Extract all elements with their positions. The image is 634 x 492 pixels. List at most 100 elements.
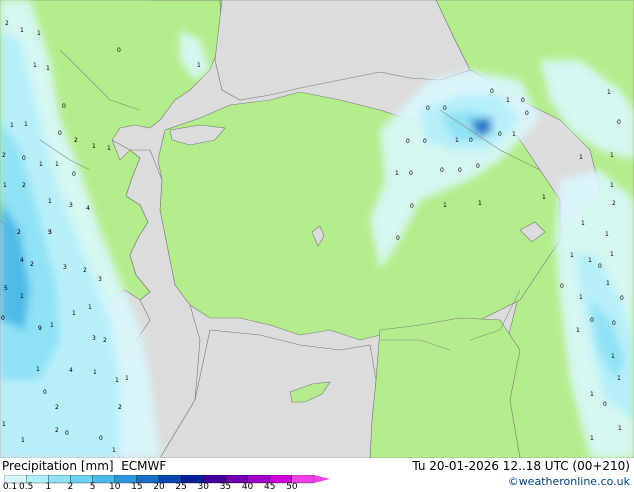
precip-value-label: 0 <box>409 170 413 177</box>
precip-value-label: 2 <box>22 182 26 189</box>
precip-value-label: 1 <box>50 322 54 329</box>
precip-value-label: 1 <box>610 152 614 159</box>
legend-tick-label: 40 <box>241 482 254 492</box>
precip-value-label: 1 <box>125 375 129 382</box>
precip-value-label: 0 <box>443 105 447 112</box>
legend-tick-label: 30 <box>197 482 210 492</box>
precip-value-label: 0 <box>72 171 76 178</box>
precip-value-label: 2 <box>55 427 59 434</box>
precip-value-label: 1 <box>542 194 546 201</box>
precip-value-label: 1 <box>607 89 611 96</box>
precip-value-label: 0 <box>117 47 121 54</box>
precip-value-label: 1 <box>617 375 621 382</box>
precip-value-label: 0 <box>426 105 430 112</box>
precip-value-label: 1 <box>579 154 583 161</box>
map-canvas: 21 101 121 1011 102 01 101 213 4324253 2351901113… <box>0 0 634 458</box>
precip-value-label: 1 <box>581 220 585 227</box>
precip-value-label: 1 <box>606 280 610 287</box>
precip-value-label: 1 <box>590 435 594 442</box>
precip-value-label: 1 <box>107 145 111 152</box>
land-levant <box>369 317 521 458</box>
precip-value-label: 1 <box>55 161 59 168</box>
precip-value-label: 2 <box>612 200 616 207</box>
legend-tick-label: 5 <box>89 482 96 492</box>
precip-value-label: 2 <box>55 404 59 411</box>
legend-colorbar <box>4 475 330 484</box>
credit-link[interactable]: ©weatheronline.co.uk <box>508 475 630 488</box>
legend-tick-label: 20 <box>153 482 165 492</box>
precip-value-label: 0 <box>58 130 62 137</box>
precip-value-label: 1 <box>478 200 482 207</box>
precip-value-label: 0 <box>560 283 564 290</box>
precip-value-label: 1 <box>20 293 24 300</box>
precip-value-label: 0 <box>617 119 621 126</box>
precip-value-label: 0 <box>440 167 444 174</box>
precipitation-map[interactable]: 2110112110111020110121343242532351901113… <box>0 0 634 458</box>
legend-tick-label: 50 <box>286 482 298 492</box>
precip-value-label: 0 <box>598 263 602 270</box>
legend-tick-label: 35 <box>219 482 232 492</box>
precip-value-label: 3 <box>98 276 102 283</box>
precip-value-label: 1 <box>92 143 96 150</box>
precip-value-label: 1 <box>197 62 201 69</box>
legend-tick-label: 10 <box>108 482 121 492</box>
legend-tick-label: 15 <box>131 482 143 492</box>
precip-value-label: 1 <box>33 62 37 69</box>
precip-value-label: 1 <box>39 161 43 168</box>
precip-value-label: 1 <box>21 437 25 444</box>
precip-value-label: 3 <box>92 335 96 342</box>
precip-value-label: 1 <box>443 202 447 209</box>
precip-value-label: 0 <box>99 435 103 442</box>
precip-value-label: 1 <box>72 310 76 317</box>
valid-time: Tu 20-01-2026 12..18 UTC (00+210) <box>412 459 630 473</box>
precip-value-label: 1 <box>112 447 116 454</box>
precip-value-label: 2 <box>103 337 107 344</box>
precip-value-label: 0 <box>423 138 427 145</box>
precip-value-label: 1 <box>88 304 92 311</box>
precip-value-label: 1 <box>588 257 592 264</box>
precip-value-label: 2 <box>30 261 34 268</box>
precip-value-label: 1 <box>618 425 622 432</box>
precip-value-label: 2 <box>74 137 78 144</box>
precip-value-label: 1 <box>579 294 583 301</box>
precip-value-label: 1 <box>506 97 510 104</box>
precip-value-label: 0 <box>490 88 494 95</box>
precip-value-label: 0 <box>603 401 607 408</box>
precip-value-label: 4 <box>20 257 24 264</box>
precip-value-label: 1 <box>605 231 609 238</box>
precip-value-label: 2 <box>5 20 9 27</box>
precip-value-label: 1 <box>93 369 97 376</box>
legend-tick-label: 25 <box>175 482 187 492</box>
precip-value-label: 5 <box>4 285 8 292</box>
precip-value-label: 0 <box>410 203 414 210</box>
precip-value-label: 1 <box>610 182 614 189</box>
precip-value-label: 1 <box>115 377 119 384</box>
precip-value-label: 0 <box>396 235 400 242</box>
precip-value-label: 1 <box>576 327 580 334</box>
precip-value-label: 1 <box>48 198 52 205</box>
precip-value-label: 1 <box>10 122 14 129</box>
legend-tick-label: 2 <box>67 482 74 492</box>
precip-value-label: 0 <box>590 317 594 324</box>
precip-value-label: 0 <box>620 295 624 302</box>
legend-tick-label: 0.1 <box>2 482 18 492</box>
precip-value-label: 5 <box>48 229 52 236</box>
precip-value-label: 0 <box>525 110 529 117</box>
precip-value-label: 1 <box>395 170 399 177</box>
precip-value-label: 0 <box>1 315 5 322</box>
precip-value-label: 0 <box>65 430 69 437</box>
precip-value-label: 1 <box>570 252 574 259</box>
precip-value-label: 0 <box>22 155 26 162</box>
legend-arrow <box>314 475 330 483</box>
chart-title: Precipitation [mm] ECMWF <box>2 459 167 473</box>
precip-value-label: 2 <box>17 229 21 236</box>
precip-value-label: 3 <box>63 264 67 271</box>
precip-value-label: 0 <box>62 103 66 110</box>
legend-tick-label: 0.5 <box>18 482 34 492</box>
precip-value-label: 1 <box>512 131 516 138</box>
precip-value-label: 1 <box>2 421 6 428</box>
precip-value-label: 9 <box>38 325 42 332</box>
precip-value-label: 1 <box>36 366 40 373</box>
precip-value-label: 4 <box>86 205 90 212</box>
precip-value-label: 0 <box>469 137 473 144</box>
